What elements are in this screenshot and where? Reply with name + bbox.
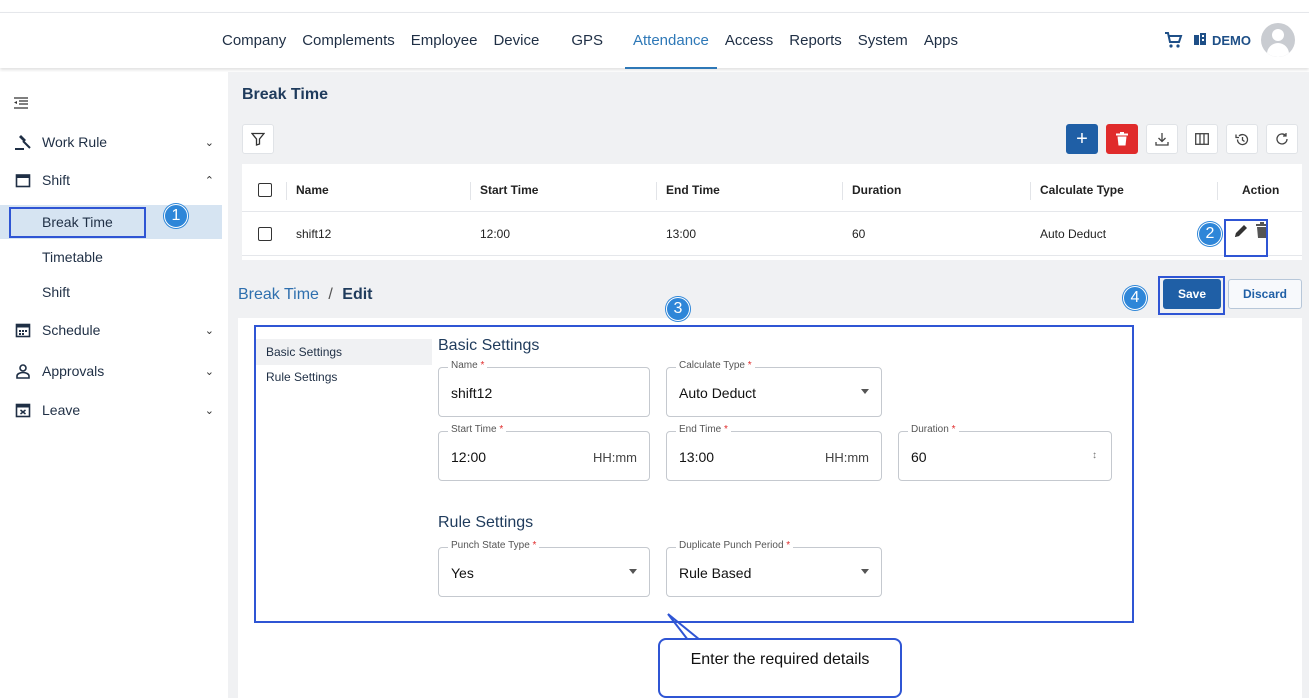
- step-badge-2: 2: [1198, 222, 1222, 246]
- sidebar-item-approvals[interactable]: Approvals ⌄: [0, 353, 228, 389]
- highlight-break-time: [9, 207, 146, 238]
- chevron-down-icon: ⌄: [204, 404, 214, 417]
- nav-employee[interactable]: Employee: [403, 13, 486, 69]
- col-action: Action: [1242, 182, 1280, 197]
- chevron-down-icon: ⌄: [204, 136, 214, 149]
- sidebar-label-work-rule: Work Rule: [42, 134, 108, 150]
- cell-start-time: 12:00: [480, 226, 511, 241]
- gavel-icon: [14, 133, 32, 151]
- org-switcher[interactable]: DEMO: [1193, 32, 1251, 49]
- sidebar-label-schedule: Schedule: [42, 322, 101, 338]
- filter-button[interactable]: [242, 124, 274, 154]
- top-navbar: Company Complements Employee Device GPS …: [0, 12, 1309, 69]
- sidebar: Work Rule ⌄ Shift ⌃ Break Time Timetable…: [0, 72, 228, 698]
- nav-attendance[interactable]: Attendance: [625, 13, 717, 69]
- sidebar-item-schedule[interactable]: Schedule ⌄: [0, 312, 228, 348]
- col-duration[interactable]: Duration: [852, 168, 901, 212]
- nav-device[interactable]: Device: [485, 13, 547, 69]
- breadcrumb-current: Edit: [342, 286, 373, 303]
- nav-apps[interactable]: Apps: [916, 13, 966, 69]
- chevron-down-icon: ⌄: [204, 365, 214, 378]
- nav-complements[interactable]: Complements: [294, 13, 403, 69]
- callout-enter-details: Enter the required details: [658, 638, 902, 698]
- columns-button[interactable]: [1186, 124, 1218, 154]
- nav-company[interactable]: Company: [214, 13, 294, 69]
- plus-icon: +: [1076, 127, 1088, 150]
- sidebar-label-shift: Shift: [42, 172, 71, 188]
- nav-reports[interactable]: Reports: [781, 13, 850, 69]
- highlight-edit-form: [254, 325, 1134, 623]
- table-header: Name Start Time End Time Duration Calcul…: [242, 168, 1302, 212]
- sidebar-item-leave[interactable]: Leave ⌄: [0, 392, 228, 428]
- refresh-button[interactable]: [1266, 124, 1298, 154]
- step-badge-4: 4: [1123, 286, 1147, 310]
- sidebar-item-work-rule[interactable]: Work Rule ⌄: [0, 124, 228, 160]
- sidebar-label-leave: Leave: [42, 402, 81, 418]
- cart-icon[interactable]: [1163, 30, 1183, 50]
- collapse-sidebar-icon[interactable]: [14, 96, 28, 112]
- sidebar-item-shift[interactable]: Shift ⌃: [0, 162, 228, 198]
- highlight-edit-action: [1224, 219, 1268, 257]
- nav-system[interactable]: System: [850, 13, 916, 69]
- table-row[interactable]: shift12 12:00 13:00 60 Auto Deduct: [242, 212, 1302, 256]
- download-button[interactable]: [1146, 124, 1178, 154]
- col-start-time[interactable]: Start Time: [480, 168, 538, 212]
- step-badge-3: 3: [666, 297, 690, 321]
- columns-icon: [1195, 133, 1209, 145]
- calendar-icon: [14, 171, 32, 189]
- page-title: Break Time: [242, 86, 328, 103]
- chevron-up-icon: ⌃: [204, 174, 214, 187]
- col-end-time[interactable]: End Time: [666, 168, 720, 212]
- sidebar-item-shift-sub[interactable]: Shift: [0, 275, 222, 309]
- history-icon: [1234, 133, 1248, 145]
- user-avatar[interactable]: [1261, 23, 1295, 57]
- top-right-controls: DEMO: [1163, 23, 1295, 57]
- cell-calculate-type: Auto Deduct: [1040, 226, 1107, 241]
- highlight-save-button: [1158, 276, 1225, 315]
- delete-button[interactable]: [1106, 124, 1138, 154]
- person-check-icon: [14, 362, 32, 380]
- nav-access[interactable]: Access: [717, 13, 781, 69]
- sidebar-label-approvals: Approvals: [42, 363, 105, 379]
- breadcrumb-parent[interactable]: Break Time: [238, 286, 319, 303]
- cell-name: shift12: [296, 226, 332, 241]
- schedule-icon: [14, 321, 32, 339]
- refresh-icon: [1276, 133, 1288, 145]
- org-name: DEMO: [1212, 32, 1251, 48]
- select-all-checkbox[interactable]: [258, 182, 272, 197]
- col-name[interactable]: Name: [296, 168, 329, 212]
- calendar-x-icon: [14, 401, 32, 419]
- col-calculate-type[interactable]: Calculate Type: [1040, 168, 1124, 212]
- discard-button[interactable]: Discard: [1228, 279, 1302, 309]
- breadcrumb: Break Time / Edit: [238, 286, 373, 304]
- cell-duration: 60: [852, 226, 866, 241]
- chevron-down-icon: ⌄: [204, 324, 214, 337]
- row-checkbox[interactable]: [258, 226, 272, 241]
- filter-icon: [251, 132, 265, 146]
- breadcrumb-separator: /: [328, 286, 333, 303]
- history-button[interactable]: [1226, 124, 1258, 154]
- cell-end-time: 13:00: [666, 226, 697, 241]
- main-nav: Company Complements Employee Device GPS …: [214, 13, 966, 69]
- nav-gps[interactable]: GPS: [563, 13, 611, 69]
- trash-icon: [1116, 132, 1128, 146]
- building-icon: [1193, 32, 1207, 49]
- step-badge-1: 1: [164, 204, 188, 228]
- download-icon: [1155, 133, 1169, 146]
- add-button[interactable]: +: [1066, 124, 1098, 154]
- break-time-table: Name Start Time End Time Duration Calcul…: [242, 164, 1302, 260]
- sidebar-item-timetable[interactable]: Timetable: [0, 240, 222, 274]
